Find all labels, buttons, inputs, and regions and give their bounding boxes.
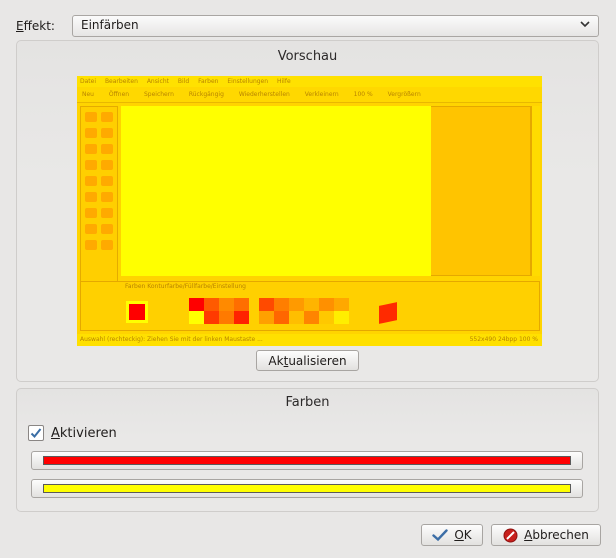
checkmark-icon bbox=[30, 428, 42, 438]
chevron-down-icon bbox=[580, 19, 590, 32]
preview-tool-icon bbox=[85, 112, 97, 122]
preview-palette-swatch bbox=[204, 311, 219, 324]
refresh-button-label: Aktualisieren bbox=[268, 353, 347, 368]
preview-palette-swatch bbox=[189, 311, 204, 324]
preview-tool-icon bbox=[85, 208, 97, 218]
preview-tool-icon bbox=[101, 160, 113, 170]
preview-palette-swatch bbox=[289, 311, 304, 324]
preview-canvas bbox=[121, 106, 431, 276]
preview-image: Datei Bearbeiten Ansicht Bild Farben Ein… bbox=[77, 76, 542, 346]
preview-tool-icon bbox=[85, 240, 97, 250]
color-swatch-first bbox=[43, 456, 571, 465]
preview-tool-icon bbox=[85, 192, 97, 202]
effect-label: Effekt: bbox=[16, 19, 55, 33]
preview-palette-swatch bbox=[259, 298, 274, 311]
color-swatch-second bbox=[43, 484, 571, 493]
refresh-button[interactable]: Aktualisieren bbox=[256, 350, 359, 371]
preview-menu-item: Bild bbox=[177, 78, 190, 85]
preview-status-left: Auswahl (rechteckig): Ziehen Sie mit der… bbox=[80, 336, 263, 343]
preview-palette-swatch bbox=[234, 311, 249, 324]
preview-foreground-color bbox=[126, 301, 148, 323]
preview-tool-icon bbox=[101, 176, 113, 186]
preview-toolbar-item: Verkleinern bbox=[304, 91, 339, 98]
preview-palette-swatch bbox=[234, 298, 249, 311]
activate-label[interactable]: Aktivieren bbox=[51, 426, 117, 441]
preview-toolbar-item: Speichern bbox=[143, 91, 174, 98]
preview-palette-swatch bbox=[334, 311, 349, 324]
ok-button[interactable]: OK bbox=[421, 524, 483, 546]
preview-tool-icon bbox=[101, 144, 113, 154]
cancel-button[interactable]: Abbrechen bbox=[491, 524, 601, 546]
preview-menu-item: Ansicht bbox=[146, 78, 169, 85]
preview-palette-swatch bbox=[274, 311, 289, 324]
preview-tool-icon bbox=[85, 176, 97, 186]
preview-tool-icon bbox=[101, 208, 113, 218]
preview-status-right: 552x490 24bpp 100 % bbox=[469, 336, 538, 343]
preview-toolbar-item: Rückgängig bbox=[188, 91, 224, 98]
preview-tool-icon bbox=[101, 128, 113, 138]
preview-tool-icon bbox=[101, 192, 113, 202]
preview-menu-item: Datei bbox=[80, 78, 97, 85]
preview-title: Vorschau bbox=[277, 49, 338, 64]
preview-3d-cube-icon bbox=[379, 302, 397, 324]
preview-scrollbar bbox=[531, 106, 540, 276]
preview-menubar: Datei Bearbeiten Ansicht Bild Farben Ein… bbox=[77, 76, 542, 87]
checkmark-icon bbox=[432, 528, 449, 542]
preview-palette-swatch bbox=[319, 311, 334, 324]
preview-toolbar-item: Vergrößern bbox=[387, 91, 421, 98]
preview-toolbar-item: Öffnen bbox=[108, 91, 130, 98]
color-button-second[interactable] bbox=[31, 479, 583, 498]
preview-tool-icon bbox=[101, 224, 113, 234]
activate-checkbox[interactable] bbox=[28, 425, 44, 441]
preview-toolbar-item: 100 % bbox=[353, 91, 373, 98]
preview-tool-icon bbox=[101, 112, 113, 122]
preview-palette-swatch bbox=[334, 298, 349, 311]
preview-palette-swatch bbox=[219, 311, 234, 324]
effect-select-value: Einfärben bbox=[81, 18, 139, 32]
preview-palette-swatch bbox=[219, 298, 234, 311]
preview-tool-icon bbox=[85, 224, 97, 234]
preview-palette-swatch bbox=[274, 298, 289, 311]
preview-tool-icon bbox=[85, 144, 97, 154]
preview-palette-swatch bbox=[304, 298, 319, 311]
preview-palette-swatch bbox=[304, 311, 319, 324]
preview-tool-icon bbox=[85, 128, 97, 138]
preview-toolbar: Neu Öffnen Speichern Rückgängig Wiederhe… bbox=[77, 87, 542, 103]
cancel-icon bbox=[503, 528, 518, 543]
preview-toolbar-item: Wiederherstellen bbox=[238, 91, 290, 98]
cancel-button-label: Abbrechen bbox=[524, 528, 589, 542]
preview-toolbar-item: Neu bbox=[82, 91, 94, 98]
ok-button-label: OK bbox=[454, 528, 472, 542]
preview-group: Vorschau Datei Bearbeiten Ansicht Bild F… bbox=[16, 40, 599, 382]
preview-tool-icon bbox=[101, 240, 113, 250]
preview-palette-swatch bbox=[259, 311, 274, 324]
preview-palette-swatch bbox=[189, 298, 204, 311]
preview-palette-swatch bbox=[289, 298, 304, 311]
preview-palette-swatch bbox=[319, 298, 334, 311]
preview-palette-swatch bbox=[204, 298, 219, 311]
preview-panel-label: Farben Konturfarbe/Füllfarbe/Einstellung bbox=[125, 283, 246, 290]
preview-statusbar: Auswahl (rechteckig): Ziehen Sie mit der… bbox=[77, 334, 542, 346]
effect-select[interactable]: Einfärben bbox=[72, 15, 599, 37]
preview-tool-icon bbox=[85, 160, 97, 170]
preview-menu-item: Einstellungen bbox=[227, 78, 269, 85]
colors-title: Farben bbox=[285, 395, 330, 410]
preview-menu-item: Bearbeiten bbox=[104, 78, 138, 85]
color-button-first[interactable] bbox=[31, 451, 583, 470]
preview-menu-item: Farben bbox=[198, 78, 219, 85]
preview-menu-item: Hilfe bbox=[276, 78, 291, 85]
